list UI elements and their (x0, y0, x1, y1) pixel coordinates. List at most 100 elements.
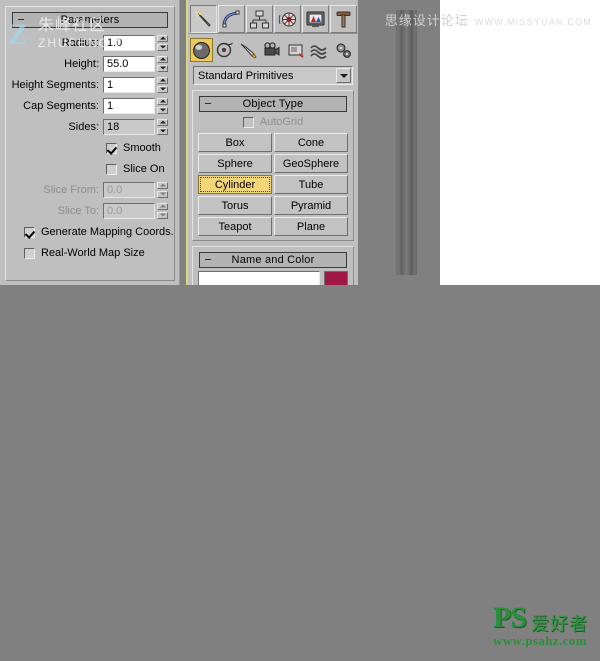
category-dropdown[interactable]: Standard Primitives (193, 66, 353, 85)
viewport-main[interactable]: PS 爱好者 www.psahz.com (0, 285, 600, 661)
checkbox-row-smooth[interactable]: Smooth (6, 138, 174, 158)
spinner-down-icon[interactable] (157, 190, 168, 198)
real-world-map-size-checkbox[interactable] (24, 247, 35, 259)
geometry-button[interactable] (190, 38, 213, 62)
cylinder-tall-object[interactable] (396, 10, 417, 275)
watermark-missyuan-en: WWW.MISSYUAN.COM (474, 17, 592, 27)
tube-button[interactable]: Tube (274, 175, 348, 194)
object-type-title: Object Type (242, 98, 304, 110)
generate-mapping-coords-checkbox[interactable] (24, 226, 35, 238)
watermark-missyuan: 思缘设计论坛 WWW.MISSYUAN.COM (385, 10, 592, 29)
height-segments-spinner[interactable] (157, 76, 168, 93)
generate-mapping-coords-label: Generate Mapping Coords. (41, 226, 174, 238)
spinner-up-icon[interactable] (157, 55, 168, 63)
psahz-ps-text: PS (492, 601, 527, 634)
checkbox-row-real-world-map-size[interactable]: Real-World Map Size (6, 243, 174, 263)
radius-input[interactable]: 1.0 (103, 34, 155, 51)
cameras-button[interactable] (261, 38, 284, 62)
spinner-up-icon[interactable] (157, 97, 168, 105)
object-type-button-grid: Box Cone Sphere GeoSphere Cylinder Tube … (193, 130, 353, 236)
cap-segments-input[interactable]: 1 (103, 97, 155, 114)
param-row-sides: Sides: 18 (6, 117, 174, 136)
monitor-icon (306, 11, 325, 27)
autogrid-checkbox[interactable] (242, 116, 254, 128)
utilities-tab[interactable] (330, 5, 357, 33)
helper-icon (288, 44, 304, 58)
spinner-up-icon[interactable] (157, 34, 168, 42)
create-tab[interactable] (190, 5, 217, 33)
cylinder-button[interactable]: Cylinder (198, 175, 272, 194)
param-row-cap-segments: Cap Segments: 1 (6, 96, 174, 115)
slice-from-label: Slice From: (43, 183, 99, 196)
collapse-icon[interactable]: – (205, 254, 211, 266)
autogrid-row[interactable]: AutoGrid (193, 112, 353, 130)
wheel-icon (278, 12, 296, 26)
helpers-button[interactable] (284, 38, 308, 62)
object-type-header[interactable]: – Object Type (199, 96, 347, 112)
wave-icon (310, 44, 328, 59)
top-band: – Parameters Radius: 1.0 Height: 55.0 He… (0, 0, 600, 292)
viewport-top[interactable] (360, 0, 440, 285)
category-dropdown-wrap: Standard Primitives (188, 64, 358, 85)
systems-button[interactable] (332, 38, 356, 62)
lights-button[interactable] (237, 38, 261, 62)
plane-button[interactable]: Plane (274, 217, 348, 236)
slice-to-label: Slice To: (57, 204, 99, 217)
box-button[interactable]: Box (198, 133, 272, 152)
checkbox-row-slice-on[interactable]: Slice On (6, 159, 174, 179)
height-input[interactable]: 55.0 (103, 55, 155, 72)
chevron-down-icon[interactable] (336, 68, 351, 83)
sphere-button[interactable]: Sphere (198, 154, 272, 173)
cone-button[interactable]: Cone (274, 133, 348, 152)
height-spinner[interactable] (157, 55, 168, 72)
command-panel-categories (188, 34, 358, 64)
name-and-color-header[interactable]: – Name and Color (199, 252, 347, 268)
slice-on-label: Slice On (123, 163, 165, 175)
spacewarps-button[interactable] (308, 38, 332, 62)
hierarchy-tab[interactable] (246, 5, 273, 33)
spinner-down-icon[interactable] (157, 43, 168, 51)
checkbox-row-generate-mapping-coords[interactable]: Generate Mapping Coords. (6, 222, 174, 242)
parameters-rollout-header[interactable]: – Parameters (12, 12, 168, 28)
sphere-icon (192, 41, 210, 59)
hierarchy-icon (250, 10, 269, 28)
teapot-button[interactable]: Teapot (198, 217, 272, 236)
radius-spinner[interactable] (157, 34, 168, 51)
modify-tab[interactable] (218, 5, 245, 33)
collapse-icon[interactable]: – (205, 98, 211, 110)
psahz-cn-text: 爱好者 (531, 614, 588, 634)
display-tab[interactable] (302, 5, 329, 33)
spinner-down-icon[interactable] (157, 106, 168, 114)
shapes-button[interactable] (213, 38, 237, 62)
smooth-checkbox[interactable] (106, 142, 117, 154)
spinner-down-icon[interactable] (157, 211, 168, 219)
object-type-rollout: – Object Type AutoGrid Box Cone Sphere G… (192, 90, 354, 241)
geosphere-button[interactable]: GeoSphere (274, 154, 348, 173)
psahz-logo-row: PS 爱好者 (492, 601, 588, 634)
slice-on-checkbox[interactable] (106, 163, 117, 175)
spinner-up-icon[interactable] (157, 202, 168, 210)
motion-tab[interactable] (274, 5, 301, 33)
pyramid-button[interactable]: Pyramid (274, 196, 348, 215)
cap-segments-spinner[interactable] (157, 97, 168, 114)
cap-segments-label: Cap Segments: (23, 99, 99, 112)
slice-to-input[interactable]: 0.0 (103, 202, 155, 219)
spinner-up-icon[interactable] (157, 118, 168, 126)
slice-from-input[interactable]: 0.0 (103, 181, 155, 198)
spinner-down-icon[interactable] (157, 85, 168, 93)
gears-icon (336, 43, 352, 58)
sides-input[interactable]: 18 (103, 118, 155, 135)
spinner-down-icon[interactable] (157, 127, 168, 135)
collapse-icon[interactable]: – (18, 14, 24, 26)
spinner-up-icon[interactable] (157, 181, 168, 189)
param-row-height: Height: 55.0 (6, 54, 174, 73)
sides-spinner[interactable] (157, 118, 168, 135)
slice-to-spinner[interactable] (157, 202, 168, 219)
spinner-down-icon[interactable] (157, 64, 168, 72)
command-panel: Standard Primitives – Object Type AutoGr… (186, 0, 358, 292)
watermark-missyuan-cn: 思缘设计论坛 (384, 13, 469, 28)
height-segments-input[interactable]: 1 (103, 76, 155, 93)
torus-button[interactable]: Torus (198, 196, 272, 215)
spinner-up-icon[interactable] (157, 76, 168, 84)
slice-from-spinner[interactable] (157, 181, 168, 198)
